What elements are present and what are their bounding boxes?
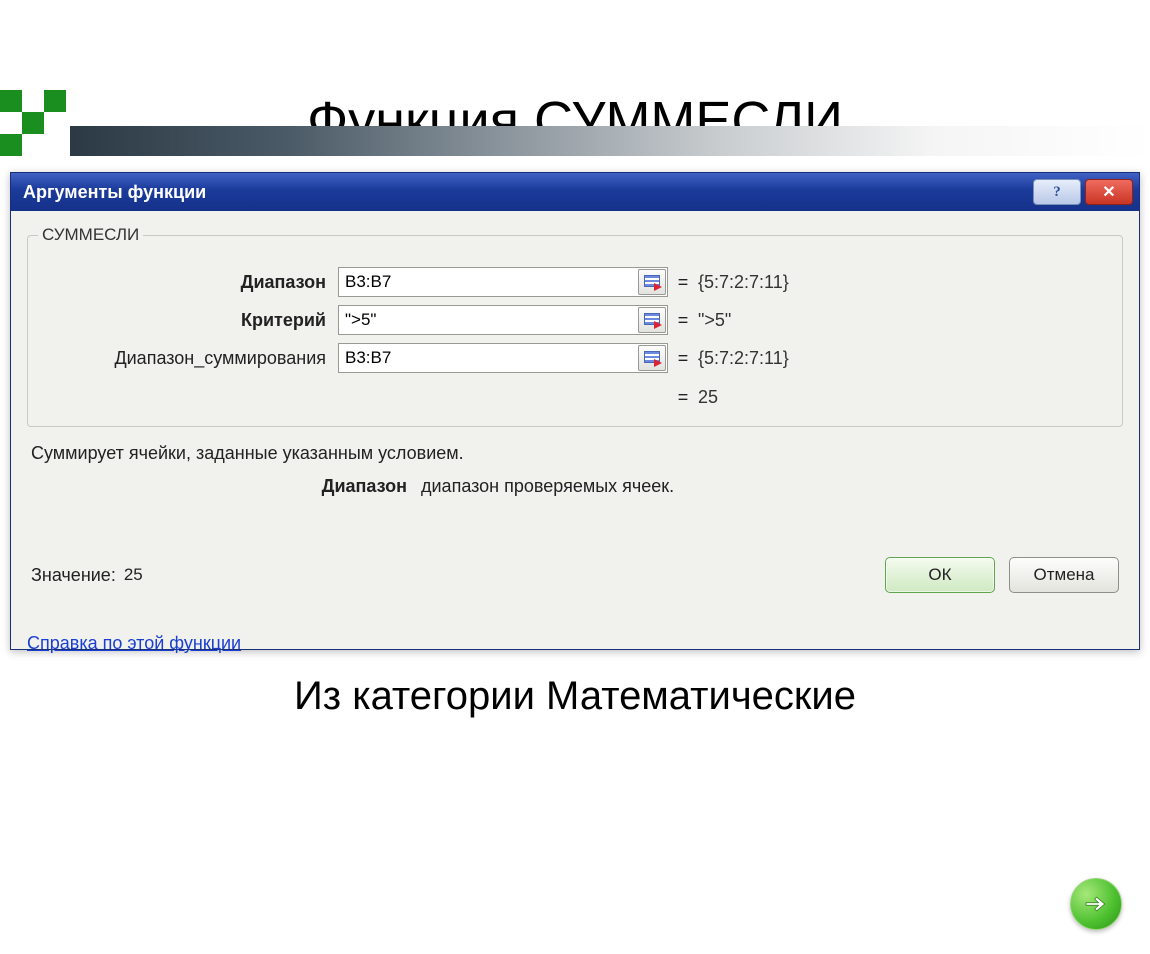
arg-result: {5:7:2:7:11} [698,348,789,369]
function-name: СУММЕСЛИ [38,225,143,245]
dialog-footer: Значение: 25 ОК Отмена [27,557,1123,593]
arg-input-wrap [338,267,668,297]
arg-input-wrap [338,305,668,335]
sum-range-ref-button[interactable] [638,345,666,371]
arg-label: Диапазон [38,272,338,293]
equals-sign: = [668,272,698,293]
range-input[interactable] [339,268,637,296]
arg-input-wrap [338,343,668,373]
cancel-button[interactable]: Отмена [1009,557,1119,593]
overall-result: 25 [698,387,718,408]
equals-sign: = [668,348,698,369]
ref-icon [644,275,660,289]
titlebar-help-button[interactable]: ? [1033,179,1081,205]
arg-label: Критерий [38,310,338,331]
value-label: Значение: [31,565,116,586]
arrow-right-icon [1081,889,1111,919]
arg-row-criteria: Критерий = ">5" [38,305,1112,335]
help-link[interactable]: Справка по этой функции [27,633,241,654]
param-description: Диапазон диапазон проверяемых ячеек. [31,476,1119,497]
value-result: 25 [124,565,143,585]
bottom-caption: Из категории Математические [0,674,1150,719]
function-arguments-dialog: Аргументы функции ? ✕ СУММЕСЛИ Диапазон … [10,172,1140,650]
ref-icon [644,313,660,327]
function-fieldset: СУММЕСЛИ Диапазон = {5:7:2:7:11} Критери… [27,225,1123,427]
criteria-input[interactable] [339,306,637,334]
param-text: диапазон проверяемых ячеек. [421,476,674,497]
arg-row-range: Диапазон = {5:7:2:7:11} [38,267,1112,297]
slide-decoration [0,90,1150,162]
arg-result: {5:7:2:7:11} [698,272,789,293]
function-description: Суммирует ячейки, заданные указанным усл… [31,443,1119,464]
sum-range-input[interactable] [339,344,637,372]
ref-icon [644,351,660,365]
criteria-ref-button[interactable] [638,307,666,333]
arg-label: Диапазон_суммирования [38,348,338,369]
help-icon: ? [1053,184,1061,201]
dialog-body: СУММЕСЛИ Диапазон = {5:7:2:7:11} Критери… [11,211,1139,649]
dialog-title: Аргументы функции [23,182,206,203]
ok-button[interactable]: ОК [885,557,995,593]
param-name: Диапазон [31,476,421,497]
next-slide-button[interactable] [1070,878,1122,930]
arg-result: ">5" [698,310,731,331]
dialog-titlebar: Аргументы функции ? ✕ [11,173,1139,211]
close-icon: ✕ [1102,182,1115,202]
arg-row-sum-range: Диапазон_суммирования = {5:7:2:7:11} [38,343,1112,373]
overall-result-row: = 25 [38,387,1112,408]
range-ref-button[interactable] [638,269,666,295]
equals-sign: = [668,310,698,331]
titlebar-close-button[interactable]: ✕ [1085,179,1133,205]
